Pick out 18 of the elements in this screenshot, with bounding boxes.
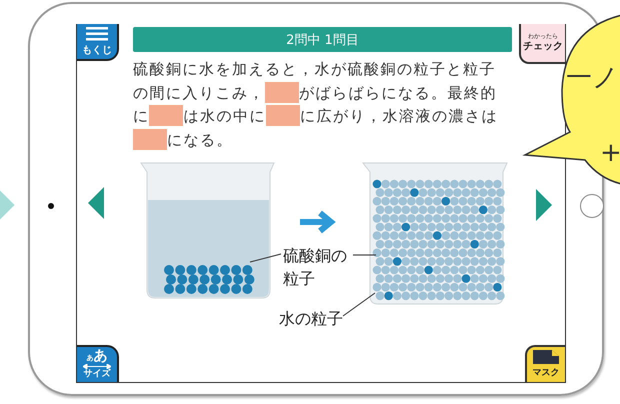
particle-label: 硫酸銅の 粒子 xyxy=(282,246,347,288)
document-icon xyxy=(533,350,559,364)
mask-button[interactable]: マスク xyxy=(525,345,565,382)
question-counter-bar: 2問中 1問目 xyxy=(132,27,512,52)
previous-arrow-button[interactable] xyxy=(88,187,104,219)
leader-line xyxy=(342,292,376,316)
particle-label: 水の粒子 xyxy=(278,309,343,328)
bullet-dot xyxy=(48,203,54,209)
leader-line xyxy=(352,254,376,256)
bubble-text: + xyxy=(600,138,620,168)
question-text: 硫酸銅に水を加えると，水が硫酸銅の粒子と粒子の間に入りこみ， がばらばらになる。最終的に は水の中に に広がり，水溶液の濃さは になる。 xyxy=(132,59,499,152)
leader-line xyxy=(249,254,282,262)
next-arrow-button[interactable] xyxy=(536,188,552,220)
menu-icon xyxy=(86,26,108,40)
menu-button[interactable]: もくじ xyxy=(77,24,119,61)
home-button[interactable] xyxy=(580,194,604,218)
double-arrow-icon xyxy=(83,364,111,369)
bubble-text: 一ノ xyxy=(566,62,619,95)
